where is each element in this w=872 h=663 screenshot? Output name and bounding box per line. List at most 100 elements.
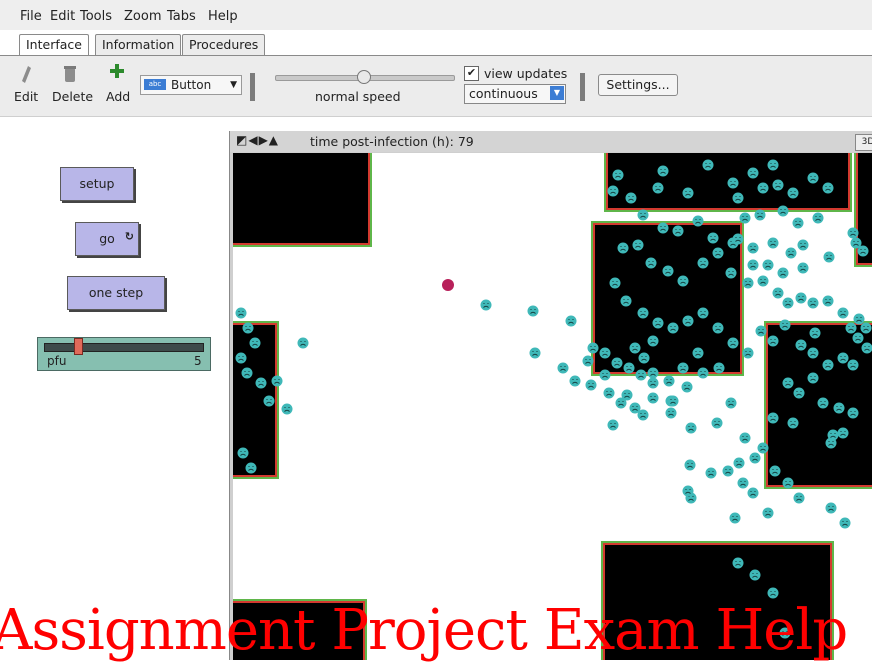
one-step-button[interactable]: one step	[67, 276, 165, 310]
virus-particle	[298, 338, 309, 349]
pfu-slider-track[interactable]	[44, 343, 204, 352]
button-widget-icon: abc	[144, 79, 166, 90]
pencil-icon[interactable]	[20, 65, 32, 85]
toolbar-separator	[580, 73, 585, 101]
chevron-down-icon: ▼	[230, 76, 237, 94]
virus-particle	[666, 408, 677, 419]
virus-particle	[838, 353, 849, 364]
virus-particle	[750, 453, 761, 464]
menu-zoom[interactable]: Zoom	[124, 9, 161, 24]
virus-particle	[848, 408, 859, 419]
virus-particle	[726, 398, 737, 409]
virus-particle	[528, 306, 539, 317]
view-resize-icons[interactable]: ◩◀▶▲	[236, 133, 279, 147]
virus-particle	[683, 188, 694, 199]
virus-particle	[566, 316, 577, 327]
virus-particle	[648, 393, 659, 404]
plus-icon[interactable]	[110, 64, 124, 78]
virus-particle	[796, 340, 807, 351]
virus-particle	[638, 308, 649, 319]
edit-button[interactable]: Edit	[14, 89, 38, 104]
speed-label: normal speed	[315, 89, 401, 104]
virus-particle	[730, 513, 741, 524]
three-d-button[interactable]: 3D	[855, 134, 872, 151]
virus-particle	[570, 376, 581, 387]
virus-particle	[693, 216, 704, 227]
cell-center	[595, 225, 740, 372]
virus-particle	[794, 493, 805, 504]
virus-particle	[768, 160, 779, 171]
virus-particle	[783, 298, 794, 309]
menu-help[interactable]: Help	[208, 9, 238, 24]
update-mode-select[interactable]: continuous ▼	[464, 84, 566, 104]
world-view[interactable]	[233, 153, 872, 660]
virus-particle	[834, 403, 845, 414]
tab-information[interactable]: Information	[95, 34, 181, 55]
virus-particle	[612, 358, 623, 369]
virus-particle	[755, 210, 766, 221]
virus-particle	[713, 248, 724, 259]
virus-particle	[838, 428, 849, 439]
pfu-slider-label: pfu	[47, 354, 66, 368]
virus-particle	[624, 363, 635, 374]
virus-particle	[282, 404, 293, 415]
virus-particle	[256, 378, 267, 389]
virus-particle	[808, 373, 819, 384]
menu-tabs[interactable]: Tabs	[167, 9, 196, 24]
widget-type-select[interactable]: abc Button ▼	[140, 75, 242, 95]
virus-particle	[236, 308, 247, 319]
tab-procedures[interactable]: Procedures	[182, 34, 265, 55]
setup-button[interactable]: setup	[60, 167, 134, 201]
menu-tools[interactable]: Tools	[80, 9, 112, 24]
virus-particle	[608, 420, 619, 431]
go-button-label: go	[99, 231, 115, 246]
virus-particle	[758, 443, 769, 454]
virus-particle	[693, 348, 704, 359]
virus-particle	[788, 418, 799, 429]
virus-particle	[626, 193, 637, 204]
virus-particle	[846, 323, 857, 334]
trash-icon[interactable]	[64, 65, 76, 85]
virus-particle	[810, 328, 821, 339]
virus-particle	[798, 240, 809, 251]
settings-button[interactable]: Settings...	[598, 74, 678, 96]
virus-particle	[853, 333, 864, 344]
virus-particle	[808, 173, 819, 184]
virus-particle	[748, 168, 759, 179]
menu-file[interactable]: File	[20, 9, 42, 24]
virus-particle	[780, 320, 791, 331]
virus-particle	[713, 323, 724, 334]
virus-particle	[698, 308, 709, 319]
virus-particle	[768, 238, 779, 249]
forever-icon: ↻	[125, 221, 134, 253]
virus-particle	[848, 228, 859, 239]
virus-particle	[748, 260, 759, 271]
virus-particle	[808, 298, 819, 309]
virus-particle	[824, 252, 835, 263]
view-updates-checkbox[interactable]: ✔	[464, 66, 479, 81]
delete-button[interactable]: Delete	[52, 89, 93, 104]
virus-particle	[733, 558, 744, 569]
virus-particle	[250, 338, 261, 349]
menu-edit[interactable]: Edit	[50, 9, 75, 24]
view-title: time post-infection (h): 79	[310, 134, 474, 149]
go-button[interactable]: go ↻	[75, 222, 139, 256]
add-button[interactable]: Add	[106, 89, 130, 104]
toolbar-separator	[250, 73, 255, 101]
virus-particle	[588, 343, 599, 354]
virus-particle	[636, 370, 647, 381]
virus-particle	[264, 396, 275, 407]
tab-interface[interactable]: Interface	[19, 34, 89, 56]
virus-particle	[773, 180, 784, 191]
virus-particle	[748, 243, 759, 254]
virus-particle	[743, 348, 754, 359]
virus-particle	[663, 266, 674, 277]
virus-particle	[630, 343, 641, 354]
virus-particle	[604, 388, 615, 399]
pfu-slider-handle[interactable]	[74, 338, 83, 355]
virus-particle	[618, 243, 629, 254]
chevron-down-icon: ▼	[550, 86, 564, 100]
virus-particle	[770, 466, 781, 477]
speed-slider-handle[interactable]	[357, 70, 371, 84]
virus-particle	[750, 570, 761, 581]
